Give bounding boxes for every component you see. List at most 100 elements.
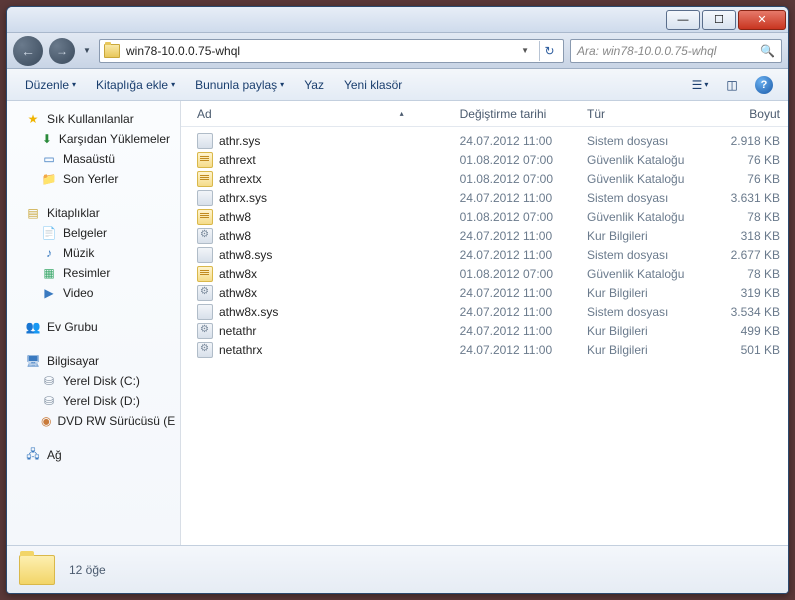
file-name: athrextx <box>219 172 262 186</box>
file-row[interactable]: athrext01.08.2012 07:00Güvenlik Kataloğu… <box>181 150 788 169</box>
file-date: 24.07.2012 11:00 <box>452 324 579 338</box>
library-icon: ▤ <box>25 205 41 221</box>
file-date: 24.07.2012 11:00 <box>452 191 579 205</box>
file-date: 01.08.2012 07:00 <box>452 153 579 167</box>
help-button[interactable]: ? <box>750 74 778 96</box>
file-name: athw8x <box>219 286 257 300</box>
sidebar-item[interactable]: ▦ Resimler <box>7 263 180 283</box>
file-icon <box>197 190 213 206</box>
sidebar-item[interactable]: ◉DVD RW Sürücüsü (E <box>7 411 180 431</box>
refresh-button[interactable]: ↻ <box>539 41 559 61</box>
file-row[interactable]: athw824.07.2012 11:00Kur Bilgileri318 KB <box>181 226 788 245</box>
search-input[interactable]: Ara: win78-10.0.0.75-whql 🔍 <box>570 39 782 63</box>
sidebar-item-label: Son Yerler <box>63 172 118 186</box>
file-size: 76 KB <box>708 153 788 167</box>
file-name: netathr <box>219 324 256 338</box>
sidebar-item[interactable]: ⛁Yerel Disk (D:) <box>7 391 180 411</box>
statusbar: 12 öğe <box>7 545 788 593</box>
sidebar-head-computer[interactable]: 🖥Bilgisayar <box>7 351 180 371</box>
file-row[interactable]: athrx.sys24.07.2012 11:00Sistem dosyası3… <box>181 188 788 207</box>
sidebar-item-icon: ▦ <box>41 265 57 281</box>
sidebar-item-label: Masaüstü <box>63 152 115 166</box>
file-row[interactable]: athrextx01.08.2012 07:00Güvenlik Kataloğ… <box>181 169 788 188</box>
navbar: ← → ▼ win78-10.0.0.75-whql ▼ ↻ Ara: win7… <box>7 33 788 69</box>
sidebar-item[interactable]: ▶Video <box>7 283 180 303</box>
file-row[interactable]: athr.sys24.07.2012 11:00Sistem dosyası2.… <box>181 131 788 150</box>
sidebar-item[interactable]: ▭ Masaüstü <box>7 149 180 169</box>
sidebar-head-homegroup[interactable]: 👥Ev Grubu <box>7 317 180 337</box>
explorer-window: — ☐ ✕ ← → ▼ win78-10.0.0.75-whql ▼ ↻ Ara… <box>6 6 789 594</box>
file-date: 24.07.2012 11:00 <box>452 229 579 243</box>
chevron-down-icon: ▾ <box>171 80 175 89</box>
file-icon <box>197 342 213 358</box>
column-headers: Ad▴ Değiştirme tarihi Tür Boyut <box>181 101 788 127</box>
file-name: athrx.sys <box>219 191 267 205</box>
burn-button[interactable]: Yaz <box>296 74 332 96</box>
file-row[interactable]: netathr24.07.2012 11:00Kur Bilgileri499 … <box>181 321 788 340</box>
file-list: athr.sys24.07.2012 11:00Sistem dosyası2.… <box>181 127 788 545</box>
file-size: 3.534 KB <box>708 305 788 319</box>
computer-icon: 🖥 <box>25 353 41 369</box>
minimize-button[interactable]: — <box>666 10 700 30</box>
file-row[interactable]: athw801.08.2012 07:00Güvenlik Kataloğu78… <box>181 207 788 226</box>
file-row[interactable]: athw8x.sys24.07.2012 11:00Sistem dosyası… <box>181 302 788 321</box>
view-options-button[interactable]: ☰▾ <box>686 74 714 96</box>
file-row[interactable]: athw8x01.08.2012 07:00Güvenlik Kataloğu7… <box>181 264 788 283</box>
sidebar-item[interactable]: 📄Belgeler <box>7 223 180 243</box>
sidebar-item-icon: ◉ <box>41 413 51 429</box>
sidebar-item[interactable]: ⬇Karşıdan Yüklemeler <box>7 129 180 149</box>
file-size: 319 KB <box>708 286 788 300</box>
new-folder-button[interactable]: Yeni klasör <box>336 74 410 96</box>
nav-history-dropdown[interactable]: ▼ <box>81 36 93 66</box>
sidebar-item[interactable]: ⛁Yerel Disk (C:) <box>7 371 180 391</box>
file-icon <box>197 171 213 187</box>
address-bar[interactable]: win78-10.0.0.75-whql ▼ ↻ <box>99 39 564 63</box>
file-row[interactable]: athw8.sys24.07.2012 11:00Sistem dosyası2… <box>181 245 788 264</box>
file-type: Sistem dosyası <box>579 305 708 319</box>
file-icon <box>197 304 213 320</box>
sidebar-item-label: Resimler <box>63 266 110 280</box>
col-header-type[interactable]: Tür <box>579 107 708 121</box>
chevron-down-icon: ▾ <box>280 80 284 89</box>
sort-asc-icon: ▴ <box>400 109 404 118</box>
file-row[interactable]: netathrx24.07.2012 11:00Kur Bilgileri501… <box>181 340 788 359</box>
sidebar-homegroup: 👥Ev Grubu <box>7 317 180 337</box>
back-button[interactable]: ← <box>13 36 43 66</box>
sidebar-item-icon: ⬇ <box>41 131 53 147</box>
file-name: athw8.sys <box>219 248 272 262</box>
file-date: 24.07.2012 11:00 <box>452 248 579 262</box>
sidebar-head-favorites[interactable]: ★Sık Kullanılanlar <box>7 109 180 129</box>
file-icon <box>197 323 213 339</box>
file-type: Kur Bilgileri <box>579 229 708 243</box>
sidebar-head-network[interactable]: 🖧Ağ <box>7 445 180 465</box>
sidebar-item[interactable]: ♪Müzik <box>7 243 180 263</box>
help-icon: ? <box>755 76 773 94</box>
file-size: 318 KB <box>708 229 788 243</box>
titlebar: — ☐ ✕ <box>7 7 788 33</box>
file-name: athw8x.sys <box>219 305 278 319</box>
close-button[interactable]: ✕ <box>738 10 786 30</box>
col-header-date[interactable]: Değiştirme tarihi <box>452 107 579 121</box>
preview-pane-button[interactable]: ◫ <box>718 74 746 96</box>
sidebar-item-icon: ▭ <box>41 151 57 167</box>
sidebar-item[interactable]: 📁Son Yerler <box>7 169 180 189</box>
sidebar-item-label: Belgeler <box>63 226 107 240</box>
add-to-library-menu[interactable]: Kitaplığa ekle▾ <box>88 74 183 96</box>
maximize-button[interactable]: ☐ <box>702 10 736 30</box>
file-icon <box>197 266 213 282</box>
sidebar-item-label: Video <box>63 286 93 300</box>
sidebar-item-icon: ⛁ <box>41 373 57 389</box>
network-icon: 🖧 <box>25 447 41 463</box>
share-with-menu[interactable]: Bununla paylaş▾ <box>187 74 292 96</box>
sidebar-head-libraries[interactable]: ▤Kitaplıklar <box>7 203 180 223</box>
organize-menu[interactable]: Düzenle▾ <box>17 74 84 96</box>
address-dropdown-icon[interactable]: ▼ <box>517 46 533 55</box>
col-header-size[interactable]: Boyut <box>708 107 788 121</box>
col-header-name[interactable]: Ad▴ <box>189 107 452 121</box>
list-icon: ☰ <box>692 78 703 92</box>
file-date: 24.07.2012 11:00 <box>452 286 579 300</box>
forward-button[interactable]: → <box>49 38 75 64</box>
search-icon[interactable]: 🔍 <box>760 44 775 58</box>
file-row[interactable]: athw8x24.07.2012 11:00Kur Bilgileri319 K… <box>181 283 788 302</box>
sidebar-item-label: Yerel Disk (D:) <box>63 394 140 408</box>
